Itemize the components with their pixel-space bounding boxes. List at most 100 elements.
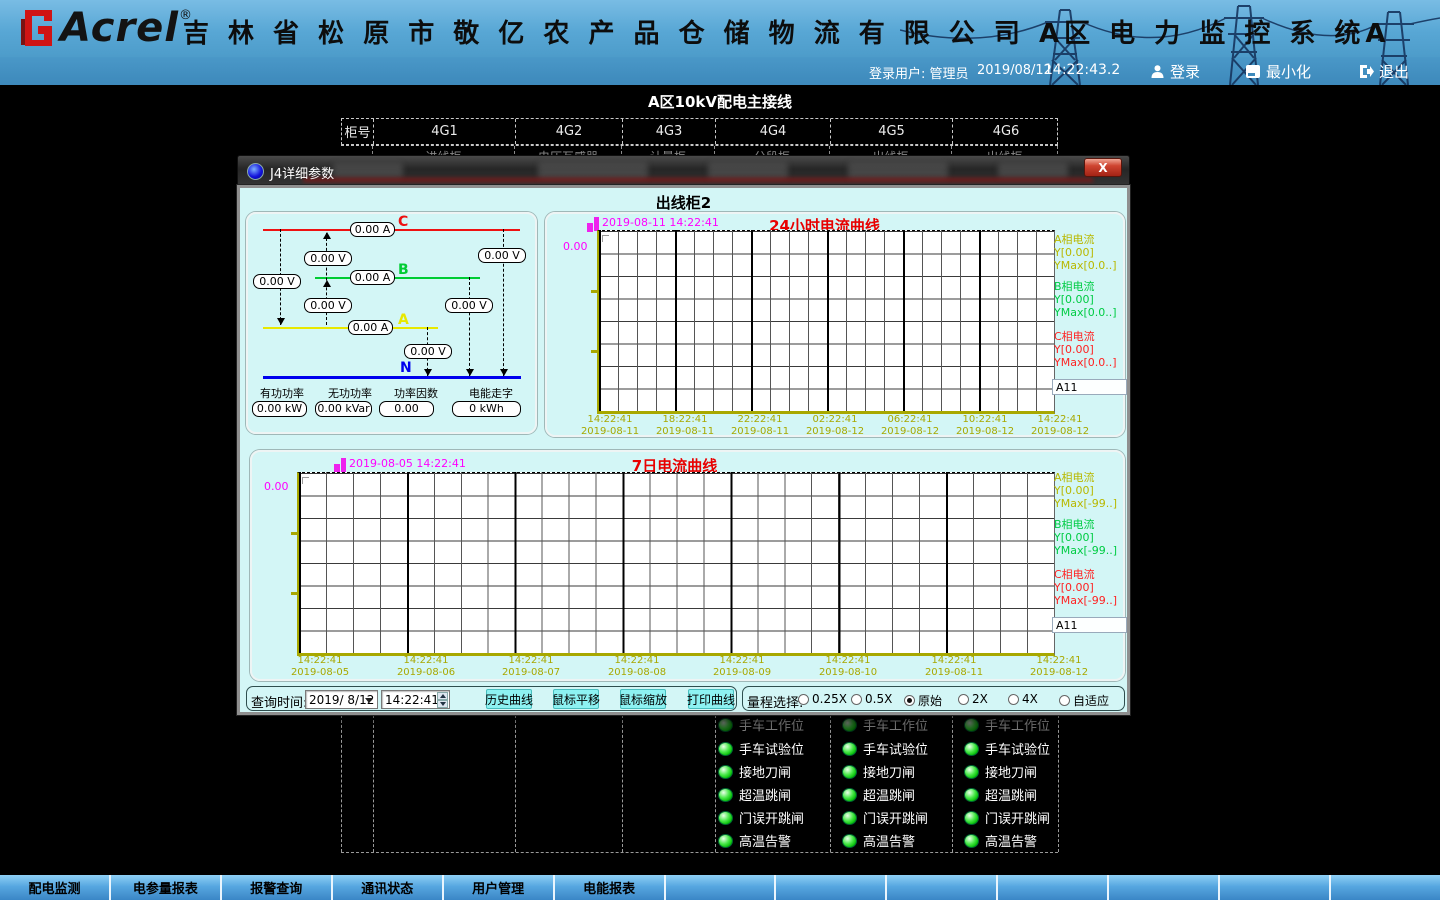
radio-circle-icon[interactable] (851, 694, 862, 705)
y-axis-tick (591, 350, 597, 353)
indicator-label: 门误开跳闸 (985, 808, 1050, 827)
phase-a-current-value: 0.00 A (348, 320, 393, 335)
nav-item-empty[interactable] (1220, 875, 1331, 900)
user-icon (1150, 64, 1165, 79)
x-tick-text: 2019-08-11 (570, 426, 650, 438)
dialog-titlebar[interactable]: J4详细参数 X (237, 155, 1130, 185)
indicator-label: 超温跳闸 (863, 785, 915, 804)
exit-button[interactable]: 退出 (1358, 60, 1409, 82)
nav-item-通讯状态[interactable]: 通讯状态 (333, 875, 444, 900)
x-tick-text: 14:22:41 (570, 414, 650, 426)
nav-item-empty[interactable] (666, 875, 777, 900)
green-lamp-icon (842, 718, 857, 732)
range-radio-原始[interactable]: 原始 (904, 692, 942, 709)
range-radio-2X[interactable]: 2X (958, 692, 988, 706)
x-tick-text: 2019-08-11 (914, 667, 994, 679)
nav-item-empty[interactable] (887, 875, 998, 900)
range-radio-自适应[interactable]: 自适应 (1059, 692, 1109, 709)
brand-name: Acrel (60, 6, 179, 50)
range-radio-4X[interactable]: 4X (1008, 692, 1038, 706)
nav-item-empty[interactable] (998, 875, 1109, 900)
x-tick-label: 22:22:412019-08-11 (720, 414, 800, 438)
nav-item-用户管理[interactable]: 用户管理 (444, 875, 555, 900)
cabinet-column-4G4: 4G4 (716, 119, 831, 144)
indicator-row-接地刀闸: 接地刀闸 (964, 762, 1037, 781)
radio-circle-icon[interactable] (1059, 695, 1070, 706)
green-lamp-icon (964, 718, 979, 732)
x-tick-label: 14:22:412019-08-07 (491, 655, 571, 679)
diagram-bottom-dashed-line (341, 852, 1058, 853)
neutral-line (263, 376, 521, 379)
indicator-row-手车工作位: 手车工作位 (718, 715, 804, 734)
green-lamp-icon (964, 834, 979, 848)
button-鼠标平移[interactable]: 鼠标平移 (553, 689, 599, 709)
legend-line: Y[0.00] (1054, 531, 1117, 544)
x-tick-text: 2019-08-07 (491, 667, 571, 679)
x-tick-text: 2019-08-10 (808, 667, 888, 679)
chart-7d-plot[interactable] (297, 472, 1055, 656)
query-time-spinner[interactable]: 14:22:41 (381, 690, 450, 709)
x-tick-label: 14:22:412019-08-12 (1020, 414, 1100, 438)
radio-circle-icon[interactable] (958, 694, 969, 705)
button-鼠标缩放[interactable]: 鼠标缩放 (620, 689, 666, 709)
indicator-label: 门误开跳闸 (739, 808, 804, 827)
close-icon[interactable]: X (1084, 158, 1122, 177)
cabinet-column-4G5: 4G5 (831, 119, 953, 144)
dialog-body: 出线柜2 C 0.00 A B 0.00 A A 0.00 A N (237, 185, 1130, 715)
phase-c-label: C (398, 214, 408, 230)
nav-item-报警查询[interactable]: 报警查询 (222, 875, 333, 900)
arrow-head (323, 232, 331, 239)
spin-down-icon[interactable] (437, 700, 448, 708)
minimize-button[interactable]: 最小化 (1245, 60, 1311, 82)
green-lamp-icon (842, 742, 857, 756)
glass-blur-decor (333, 163, 403, 178)
chart-24h-tag: A11 (1052, 379, 1127, 395)
indicator-row-高温告警: 高温告警 (842, 831, 915, 850)
radio-circle-icon[interactable] (904, 695, 915, 706)
indicator-row-手车试验位: 手车试验位 (842, 739, 928, 758)
nav-item-empty[interactable] (1331, 875, 1440, 900)
radio-circle-icon[interactable] (798, 694, 809, 705)
indicator-row-手车试验位: 手车试验位 (964, 739, 1050, 758)
range-radio-0.5X[interactable]: 0.5X (851, 692, 892, 706)
cursor-marker (587, 223, 593, 232)
x-tick-text: 14:22:41 (597, 655, 677, 667)
cabinet-column-4G6: 4G6 (953, 119, 1059, 144)
range-select-label: 量程选择: (747, 692, 803, 711)
chart-24h-plot[interactable] (597, 230, 1055, 414)
x-tick-label: 14:22:412019-08-10 (808, 655, 888, 679)
nav-item-配电监测[interactable]: 配电监测 (0, 875, 111, 900)
metric-label-无功功率: 无功功率 (328, 385, 372, 401)
x-tick-text: 2019-08-12 (870, 426, 950, 438)
nav-item-电参量报表[interactable]: 电参量报表 (111, 875, 222, 900)
green-lamp-icon (718, 788, 733, 802)
query-time-value: 14:22:41 (385, 693, 439, 707)
x-tick-label: 02:22:412019-08-12 (795, 414, 875, 438)
indicator-label: 接地刀闸 (863, 762, 915, 781)
minimize-icon (1245, 64, 1261, 79)
x-tick-text: 14:22:41 (1019, 655, 1099, 667)
button-历史曲线[interactable]: 历史曲线 (486, 689, 532, 709)
login-button[interactable]: 登录 (1150, 60, 1200, 82)
indicator-row-高温告警: 高温告警 (718, 831, 791, 850)
x-tick-text: 2019-08-06 (386, 667, 466, 679)
x-tick-label: 14:22:412019-08-11 (570, 414, 650, 438)
indicator-label: 手车试验位 (985, 739, 1050, 758)
indicator-label: 手车工作位 (739, 715, 804, 734)
radio-circle-icon[interactable] (1008, 694, 1019, 705)
brand-logo: Acrel ® (16, 6, 192, 50)
query-date-select[interactable]: 2019/ 8/12 (305, 690, 378, 709)
green-lamp-icon (842, 788, 857, 802)
chart-7d-y-start: 0.00 (264, 480, 289, 493)
x-tick-text: 2019-08-12 (795, 426, 875, 438)
button-打印曲线[interactable]: 打印曲线 (688, 689, 734, 709)
range-radio-0.25X[interactable]: 0.25X (798, 692, 847, 706)
arrow-head (277, 318, 285, 325)
voltage-ba-value: 0.00 V (304, 298, 352, 313)
nav-item-empty[interactable] (776, 875, 887, 900)
nav-item-empty[interactable] (1109, 875, 1220, 900)
x-tick-text: 2019-08-12 (1019, 667, 1099, 679)
legend-line: C相电流 (1054, 568, 1117, 581)
nav-item-电能报表[interactable]: 电能报表 (555, 875, 666, 900)
spin-up-icon[interactable] (437, 692, 448, 700)
